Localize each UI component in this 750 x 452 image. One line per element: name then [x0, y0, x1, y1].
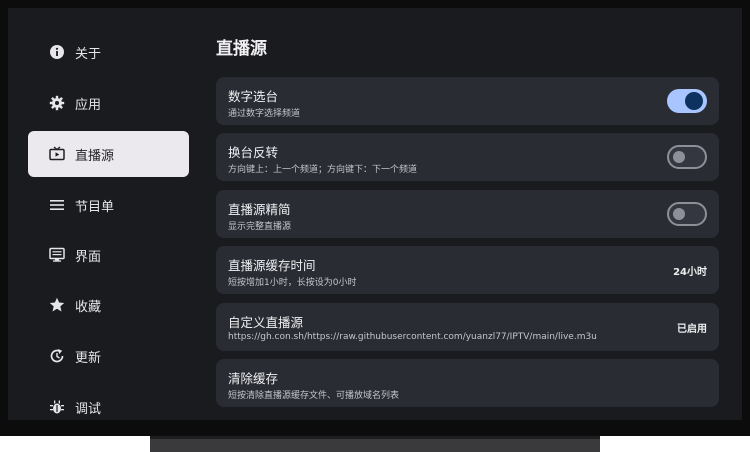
setting-subtitle: 显示完整直播源 [228, 222, 292, 232]
setting-custom-source[interactable]: 自定义直播源 https://gh.con.sh/https://raw.git… [216, 303, 719, 351]
setting-title: 直播源缓存时间 [228, 258, 316, 273]
setting-title: 直播源精简 [228, 202, 291, 217]
gear-icon [49, 95, 65, 111]
setting-subtitle: https://gh.con.sh/https://raw.githubuser… [228, 332, 597, 342]
list-icon [49, 197, 65, 213]
sidebar-item-update[interactable]: 更新 [28, 333, 189, 379]
setting-clear-cache[interactable]: 清除缓存 短按清除直播源缓存文件、可播放域名列表 [216, 359, 719, 407]
sidebar-item-label: 更新 [75, 350, 102, 366]
info-icon [49, 44, 65, 60]
digit-select-toggle[interactable] [667, 89, 707, 113]
sidebar-item-apps[interactable]: 应用 [28, 80, 189, 126]
sidebar-item-about[interactable]: 关于 [28, 29, 189, 75]
sidebar-item-interface[interactable]: 界面 [28, 232, 189, 278]
star-icon [49, 297, 65, 313]
tv-icon [49, 146, 65, 162]
toggle-knob [673, 208, 685, 220]
sidebar-item-epg[interactable]: 节目单 [28, 182, 189, 228]
setting-title: 自定义直播源 [228, 315, 304, 330]
bug-icon [49, 399, 65, 415]
setting-title: 数字选台 [228, 89, 279, 104]
sidebar: 关于 应用 直播源 节目单 界面 收藏 更新 调试 [8, 8, 198, 420]
tv-frame: 关于 应用 直播源 节目单 界面 收藏 更新 调试 直播源 数字选台 通过数字选… [0, 0, 750, 436]
setting-title: 换台反转 [228, 145, 279, 160]
monitor-icon [49, 247, 65, 263]
sidebar-item-label: 关于 [75, 46, 102, 62]
channel-reverse-toggle[interactable] [667, 145, 707, 169]
setting-subtitle: 方向键上：上一个频道；方向键下：下一个频道 [228, 165, 418, 175]
setting-subtitle: 通过数字选择频道 [228, 109, 301, 119]
sidebar-item-label: 直播源 [75, 148, 115, 164]
setting-title: 清除缓存 [228, 371, 279, 386]
sidebar-item-label: 节目单 [75, 199, 115, 215]
setting-subtitle: 短按增加1小时，长按设为0小时 [228, 278, 357, 288]
toggle-knob [673, 151, 685, 163]
sidebar-item-label: 调试 [75, 401, 102, 417]
page-title: 直播源 [216, 39, 267, 59]
setting-cache-time[interactable]: 直播源缓存时间 短按增加1小时，长按设为0小时 24小时 [216, 246, 719, 294]
sidebar-item-debug[interactable]: 调试 [28, 384, 189, 420]
setting-channel-reverse[interactable]: 换台反转 方向键上：上一个频道；方向键下：下一个频道 [216, 133, 719, 181]
source-simplify-toggle[interactable] [667, 202, 707, 226]
setting-source-simplify[interactable]: 直播源精简 显示完整直播源 [216, 190, 719, 238]
cache-time-value: 24小时 [673, 267, 707, 278]
setting-digit-select[interactable]: 数字选台 通过数字选择频道 [216, 77, 719, 125]
tv-stand [150, 436, 600, 452]
refresh-icon [49, 348, 65, 364]
sidebar-item-label: 应用 [75, 97, 102, 113]
sidebar-item-favorites[interactable]: 收藏 [28, 282, 189, 328]
setting-subtitle: 短按清除直播源缓存文件、可播放域名列表 [228, 391, 400, 401]
custom-source-status: 已启用 [677, 324, 707, 335]
tv-screen: 关于 应用 直播源 节目单 界面 收藏 更新 调试 直播源 数字选台 通过数字选… [8, 8, 742, 420]
toggle-knob [685, 92, 703, 110]
sidebar-item-label: 收藏 [75, 299, 102, 315]
sidebar-item-label: 界面 [75, 249, 102, 265]
sidebar-item-live-source[interactable]: 直播源 [28, 131, 189, 177]
